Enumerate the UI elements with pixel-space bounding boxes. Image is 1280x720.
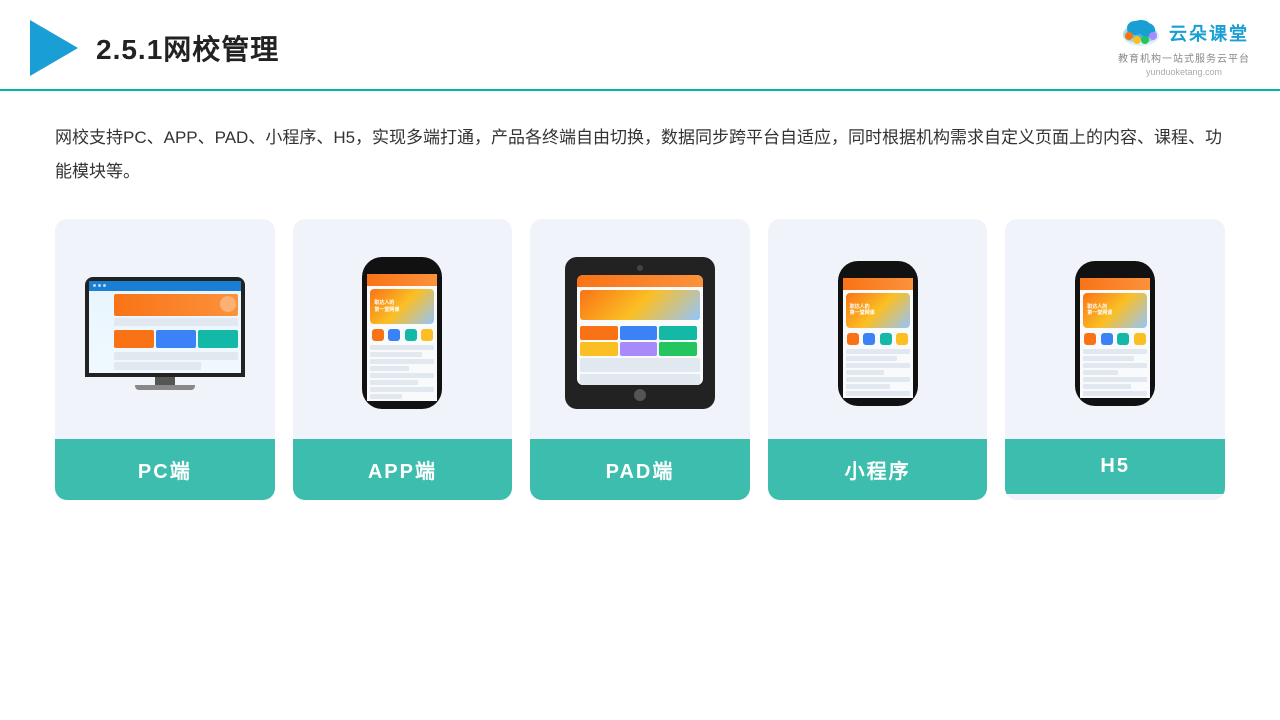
card-mini: 职达人的第一堂网课 <box>768 219 988 500</box>
pc-mockup <box>85 277 245 390</box>
mini-phone-outer: 职达人的第一堂网课 <box>838 261 918 406</box>
pc-screen <box>89 281 241 373</box>
phone-notch <box>390 265 414 271</box>
app-phone-outer: 职达人的第一堂网课 <box>362 257 442 409</box>
card-pc-image <box>55 219 275 439</box>
card-pad: PAD端 <box>530 219 750 500</box>
card-mini-image: 职达人的第一堂网课 <box>768 219 988 439</box>
brand-sub: 教育机构一站式服务云平台 <box>1118 50 1250 65</box>
card-h5: 职达人的第一堂网课 <box>1005 219 1225 500</box>
card-h5-label: H5 <box>1005 439 1225 494</box>
mini-phone-screen: 职达人的第一堂网课 <box>843 278 913 398</box>
h5-phone-mockup: 职达人的第一堂网课 <box>1075 261 1155 406</box>
main-content: 网校支持PC、APP、PAD、小程序、H5，实现多端打通，产品各终端自由切换，数… <box>0 91 1280 520</box>
tablet-home-btn <box>634 389 646 401</box>
header-left: 2.5.1网校管理 <box>30 20 279 76</box>
app-phone-screen: 职达人的第一堂网课 <box>367 274 437 401</box>
brand-url: yunduoketang.com <box>1146 67 1222 77</box>
cloud-logo: 云朵课堂 <box>1119 18 1249 48</box>
tablet-outer <box>565 257 715 409</box>
card-pad-label: PAD端 <box>530 439 750 500</box>
card-pc-label: PC端 <box>55 439 275 500</box>
header: 2.5.1网校管理 云朵课堂 教育机构一站式服务云平台 yunduoketang… <box>0 0 1280 91</box>
cloud-icon <box>1119 18 1163 48</box>
h5-phone-outer: 职达人的第一堂网课 <box>1075 261 1155 406</box>
page-title: 2.5.1网校管理 <box>96 28 279 68</box>
tablet-screen <box>577 275 703 385</box>
card-app-label: APP端 <box>293 439 513 500</box>
mini-phone-mockup: 职达人的第一堂网课 <box>838 261 918 406</box>
app-phone-mockup: 职达人的第一堂网课 <box>362 257 442 409</box>
card-h5-image: 职达人的第一堂网课 <box>1005 219 1225 439</box>
mini-phone-notch <box>866 269 890 275</box>
cards-container: PC端 职达人的第一堂网课 <box>55 219 1225 500</box>
tablet-camera <box>637 265 643 271</box>
play-icon <box>30 20 78 76</box>
pc-screen-outer <box>85 277 245 377</box>
card-pad-image <box>530 219 750 439</box>
card-pc: PC端 <box>55 219 275 500</box>
card-mini-label: 小程序 <box>768 439 988 500</box>
brand-name: 云朵课堂 <box>1169 20 1249 46</box>
h5-phone-screen: 职达人的第一堂网课 <box>1080 278 1150 398</box>
card-app: 职达人的第一堂网课 <box>293 219 513 500</box>
tablet-mockup <box>565 257 715 409</box>
card-app-image: 职达人的第一堂网课 <box>293 219 513 439</box>
brand-logo: 云朵课堂 教育机构一站式服务云平台 yunduoketang.com <box>1118 18 1250 77</box>
description-text: 网校支持PC、APP、PAD、小程序、H5，实现多端打通，产品各终端自由切换，数… <box>55 121 1225 189</box>
h5-phone-notch <box>1103 269 1127 275</box>
